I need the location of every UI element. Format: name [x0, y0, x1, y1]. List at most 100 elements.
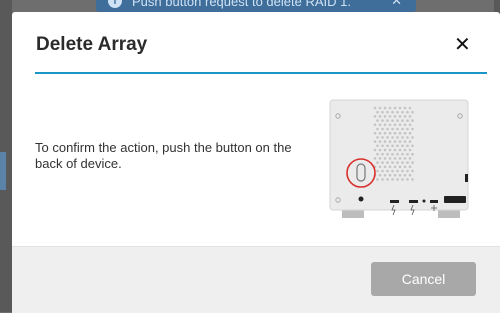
- vent-hole: [378, 148, 382, 152]
- vent-hole: [393, 106, 397, 110]
- vent-hole: [378, 131, 382, 135]
- vent-hole: [393, 131, 397, 135]
- dialog-footer: Cancel: [12, 246, 500, 313]
- vent-hole: [388, 106, 392, 110]
- vent-hole: [388, 131, 392, 135]
- vent-hole: [411, 161, 414, 164]
- vent-hole: [393, 140, 397, 143]
- vent-hole: [401, 161, 404, 164]
- vent-hole: [401, 169, 404, 173]
- vent-hole: [381, 127, 384, 131]
- device-port: [390, 200, 399, 203]
- vent-hole: [376, 110, 379, 114]
- vent-hole: [386, 169, 389, 173]
- vent-hole: [398, 140, 402, 143]
- cancel-button[interactable]: Cancel: [371, 262, 476, 296]
- vent-hole: [398, 131, 402, 135]
- notification-close-icon[interactable]: ✕: [391, 0, 402, 9]
- device-port: [444, 196, 466, 203]
- vent-hole: [396, 161, 399, 164]
- vent-hole: [378, 123, 382, 127]
- vent-hole: [373, 140, 377, 143]
- vent-hole: [378, 165, 382, 169]
- vent-hole: [383, 115, 387, 118]
- vent-hole: [393, 123, 397, 127]
- vent-hole: [396, 127, 399, 131]
- vent-hole: [408, 148, 412, 152]
- vent-hole: [393, 165, 397, 169]
- vent-hole: [381, 119, 384, 122]
- vent-hole: [398, 148, 402, 152]
- device-port: [465, 174, 468, 182]
- vent-hole: [383, 131, 387, 135]
- vent-hole: [406, 152, 409, 156]
- vent-hole: [406, 161, 409, 164]
- vent-hole: [386, 144, 389, 148]
- vent-hole: [403, 157, 407, 160]
- vent-hole: [393, 157, 397, 160]
- vent-hole: [411, 110, 414, 114]
- vent-hole: [406, 178, 409, 181]
- vent-hole: [408, 131, 412, 135]
- vent-hole: [378, 173, 382, 177]
- vent-hole: [401, 110, 404, 114]
- vent-hole: [411, 152, 414, 156]
- dialog-message: To confirm the action, push the button o…: [35, 140, 292, 171]
- vent-hole: [408, 123, 412, 127]
- vent-hole: [386, 110, 389, 114]
- vent-hole: [388, 157, 392, 160]
- vent-hole: [373, 123, 377, 127]
- vent-hole: [376, 178, 379, 181]
- title-divider: [35, 72, 487, 74]
- vent-hole: [396, 169, 399, 173]
- device-power-jack: [358, 196, 364, 202]
- vent-hole: [376, 161, 379, 164]
- vent-hole: [398, 115, 402, 118]
- vent-hole: [378, 157, 382, 160]
- close-icon[interactable]: ✕: [454, 34, 471, 56]
- vent-hole: [406, 144, 409, 148]
- vent-hole: [398, 157, 402, 160]
- notification-banner: i Push button request to delete RAID 1. …: [96, 0, 416, 12]
- vent-hole: [408, 115, 412, 118]
- vent-hole: [383, 140, 387, 143]
- vent-hole: [386, 161, 389, 164]
- vent-hole: [376, 152, 379, 156]
- vent-hole: [386, 136, 389, 139]
- vent-hole: [406, 136, 409, 139]
- vent-hole: [391, 119, 394, 122]
- vent-hole: [393, 115, 397, 118]
- vent-hole: [396, 152, 399, 156]
- background-accent: [0, 152, 6, 190]
- vent-hole: [376, 169, 379, 173]
- vent-hole: [396, 119, 399, 122]
- vent-hole: [391, 144, 394, 148]
- vent-hole: [388, 123, 392, 127]
- vent-hole: [386, 119, 389, 122]
- vent-hole: [388, 165, 392, 169]
- vent-hole: [411, 136, 414, 139]
- vent-hole: [383, 157, 387, 160]
- vent-hole: [391, 161, 394, 164]
- vent-hole: [403, 131, 407, 135]
- vent-hole: [381, 178, 384, 181]
- vent-hole: [411, 178, 414, 181]
- vent-hole: [373, 148, 377, 152]
- delete-array-dialog: Delete Array ✕ To confirm the action, pu…: [12, 12, 500, 313]
- device-port: [430, 200, 438, 203]
- vent-hole: [391, 178, 394, 181]
- vent-hole: [408, 165, 412, 169]
- vent-hole: [388, 140, 392, 143]
- vent-hole: [376, 144, 379, 148]
- vent-hole: [391, 169, 394, 173]
- vent-hole: [396, 178, 399, 181]
- vent-hole: [401, 136, 404, 139]
- vent-hole: [373, 106, 377, 110]
- vent-hole: [398, 123, 402, 127]
- background-left-panel: [0, 0, 12, 312]
- vent-hole: [373, 157, 377, 160]
- vent-hole: [406, 127, 409, 131]
- vent-hole: [378, 115, 382, 118]
- vent-hole: [378, 106, 382, 110]
- vent-hole: [403, 115, 407, 118]
